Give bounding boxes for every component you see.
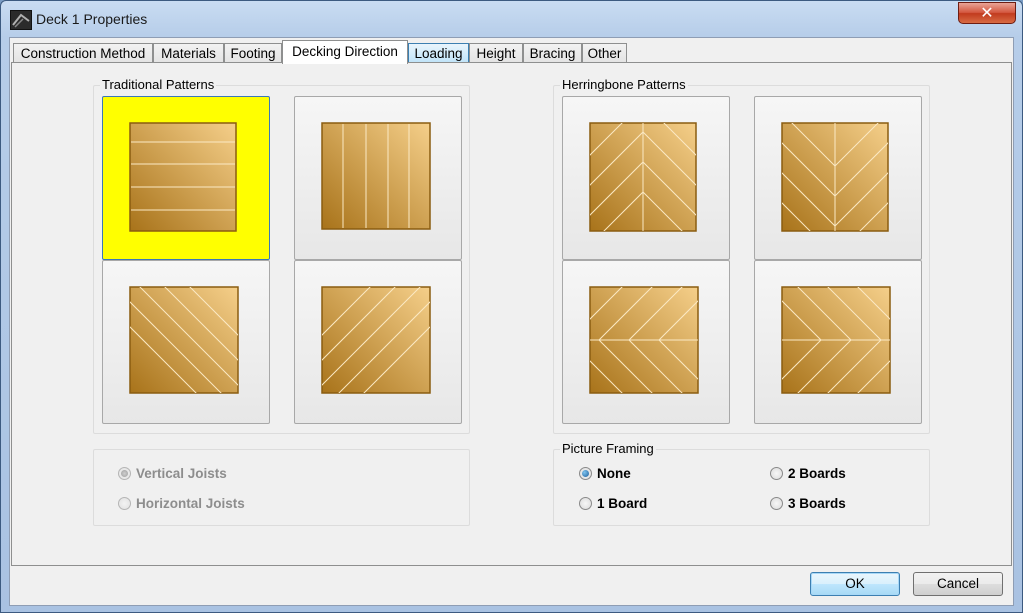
pattern-diagonal-left-button[interactable] <box>102 260 270 424</box>
pattern-horizontal-boards-button[interactable] <box>102 96 270 260</box>
tab-height[interactable]: Height <box>469 43 523 63</box>
pattern-herringbone-right-button[interactable] <box>754 260 922 424</box>
radio-indicator <box>770 497 783 510</box>
framing-2-boards-label: 2 Boards <box>788 466 846 481</box>
traditional-patterns-legend: Traditional Patterns <box>100 77 217 92</box>
horizontal-joists-radio[interactable]: Horizontal Joists <box>118 496 298 514</box>
horizontal-boards-icon <box>129 122 237 232</box>
radio-indicator <box>118 467 131 480</box>
pattern-herringbone-up-button[interactable] <box>562 96 730 260</box>
tab-materials[interactable]: Materials <box>153 43 224 63</box>
picture-framing-legend: Picture Framing <box>560 441 656 456</box>
vertical-boards-icon <box>321 122 431 230</box>
herringbone-right-icon <box>781 286 891 394</box>
window-title: Deck 1 Properties <box>36 11 148 27</box>
vertical-joists-radio[interactable]: Vertical Joists <box>118 466 278 484</box>
app-deck-icon <box>10 10 32 30</box>
dialog-client-area: Construction Method Materials Footing De… <box>9 37 1014 606</box>
pattern-herringbone-left-button[interactable] <box>562 260 730 424</box>
diagonal-right-boards-icon <box>321 286 431 394</box>
picture-framing-group: Picture Framing None 2 Boards 1 Board 3 … <box>553 441 930 526</box>
tab-other[interactable]: Other <box>582 43 627 63</box>
pattern-herringbone-down-button[interactable] <box>754 96 922 260</box>
herringbone-patterns-group: Herringbone Patterns <box>553 77 930 434</box>
pattern-diagonal-right-button[interactable] <box>294 260 462 424</box>
herringbone-up-icon <box>589 122 697 232</box>
framing-none-label: None <box>597 466 631 481</box>
traditional-patterns-group: Traditional Patterns <box>93 77 470 434</box>
tab-bracing[interactable]: Bracing <box>523 43 582 63</box>
tab-loading[interactable]: Loading <box>408 43 469 63</box>
diagonal-left-boards-icon <box>129 286 239 394</box>
framing-3-boards-label: 3 Boards <box>788 496 846 511</box>
framing-1-board-radio[interactable]: 1 Board <box>579 496 669 514</box>
radio-indicator <box>118 497 131 510</box>
radio-indicator <box>770 467 783 480</box>
ok-button[interactable]: OK <box>810 572 900 596</box>
framing-2-boards-radio[interactable]: 2 Boards <box>770 466 870 484</box>
framing-3-boards-radio[interactable]: 3 Boards <box>770 496 870 514</box>
framing-1-board-label: 1 Board <box>597 496 648 511</box>
herringbone-left-icon <box>589 286 699 394</box>
close-button[interactable]: ✕ <box>958 2 1016 24</box>
close-icon: ✕ <box>980 3 994 22</box>
tab-construction-method[interactable]: Construction Method <box>13 43 153 63</box>
title-bar[interactable]: Deck 1 Properties ✕ <box>1 1 1022 37</box>
decking-direction-panel: Traditional Patterns Herringbone Pattern… <box>11 62 1012 566</box>
framing-none-radio[interactable]: None <box>579 466 669 484</box>
horizontal-joists-label: Horizontal Joists <box>136 496 245 511</box>
cancel-button[interactable]: Cancel <box>913 572 1003 596</box>
radio-indicator <box>579 467 592 480</box>
vertical-joists-label: Vertical Joists <box>136 466 227 481</box>
radio-indicator <box>579 497 592 510</box>
herringbone-down-icon <box>781 122 889 232</box>
herringbone-patterns-legend: Herringbone Patterns <box>560 77 688 92</box>
joists-group: Vertical Joists Horizontal Joists <box>93 449 470 526</box>
pattern-vertical-boards-button[interactable] <box>294 96 462 260</box>
dialog-window: Deck 1 Properties ✕ Construction Method … <box>0 0 1023 613</box>
tab-decking-direction[interactable]: Decking Direction <box>282 40 408 64</box>
tab-footing[interactable]: Footing <box>224 43 282 63</box>
